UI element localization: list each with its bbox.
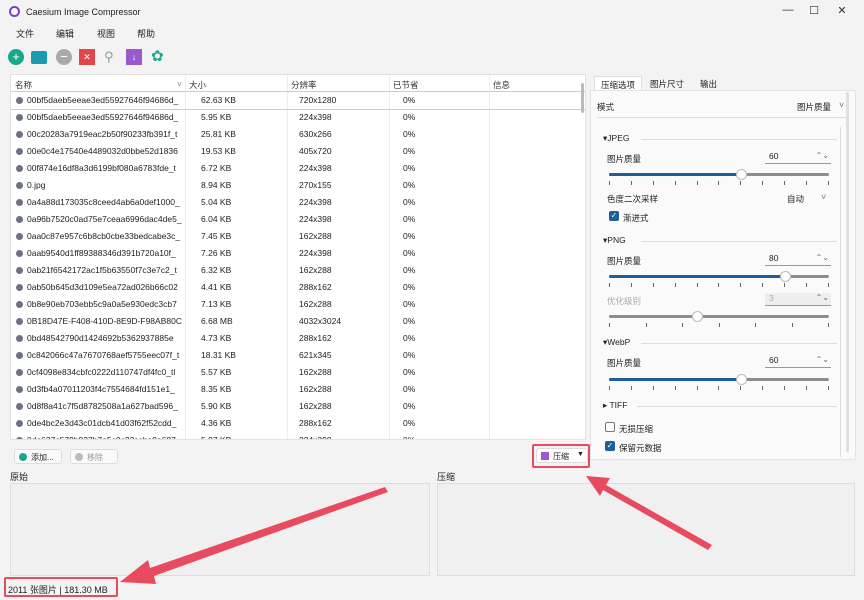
arrow-to-compress (586, 476, 712, 550)
arrow-to-status (120, 487, 388, 584)
annotation-arrows (120, 476, 712, 584)
